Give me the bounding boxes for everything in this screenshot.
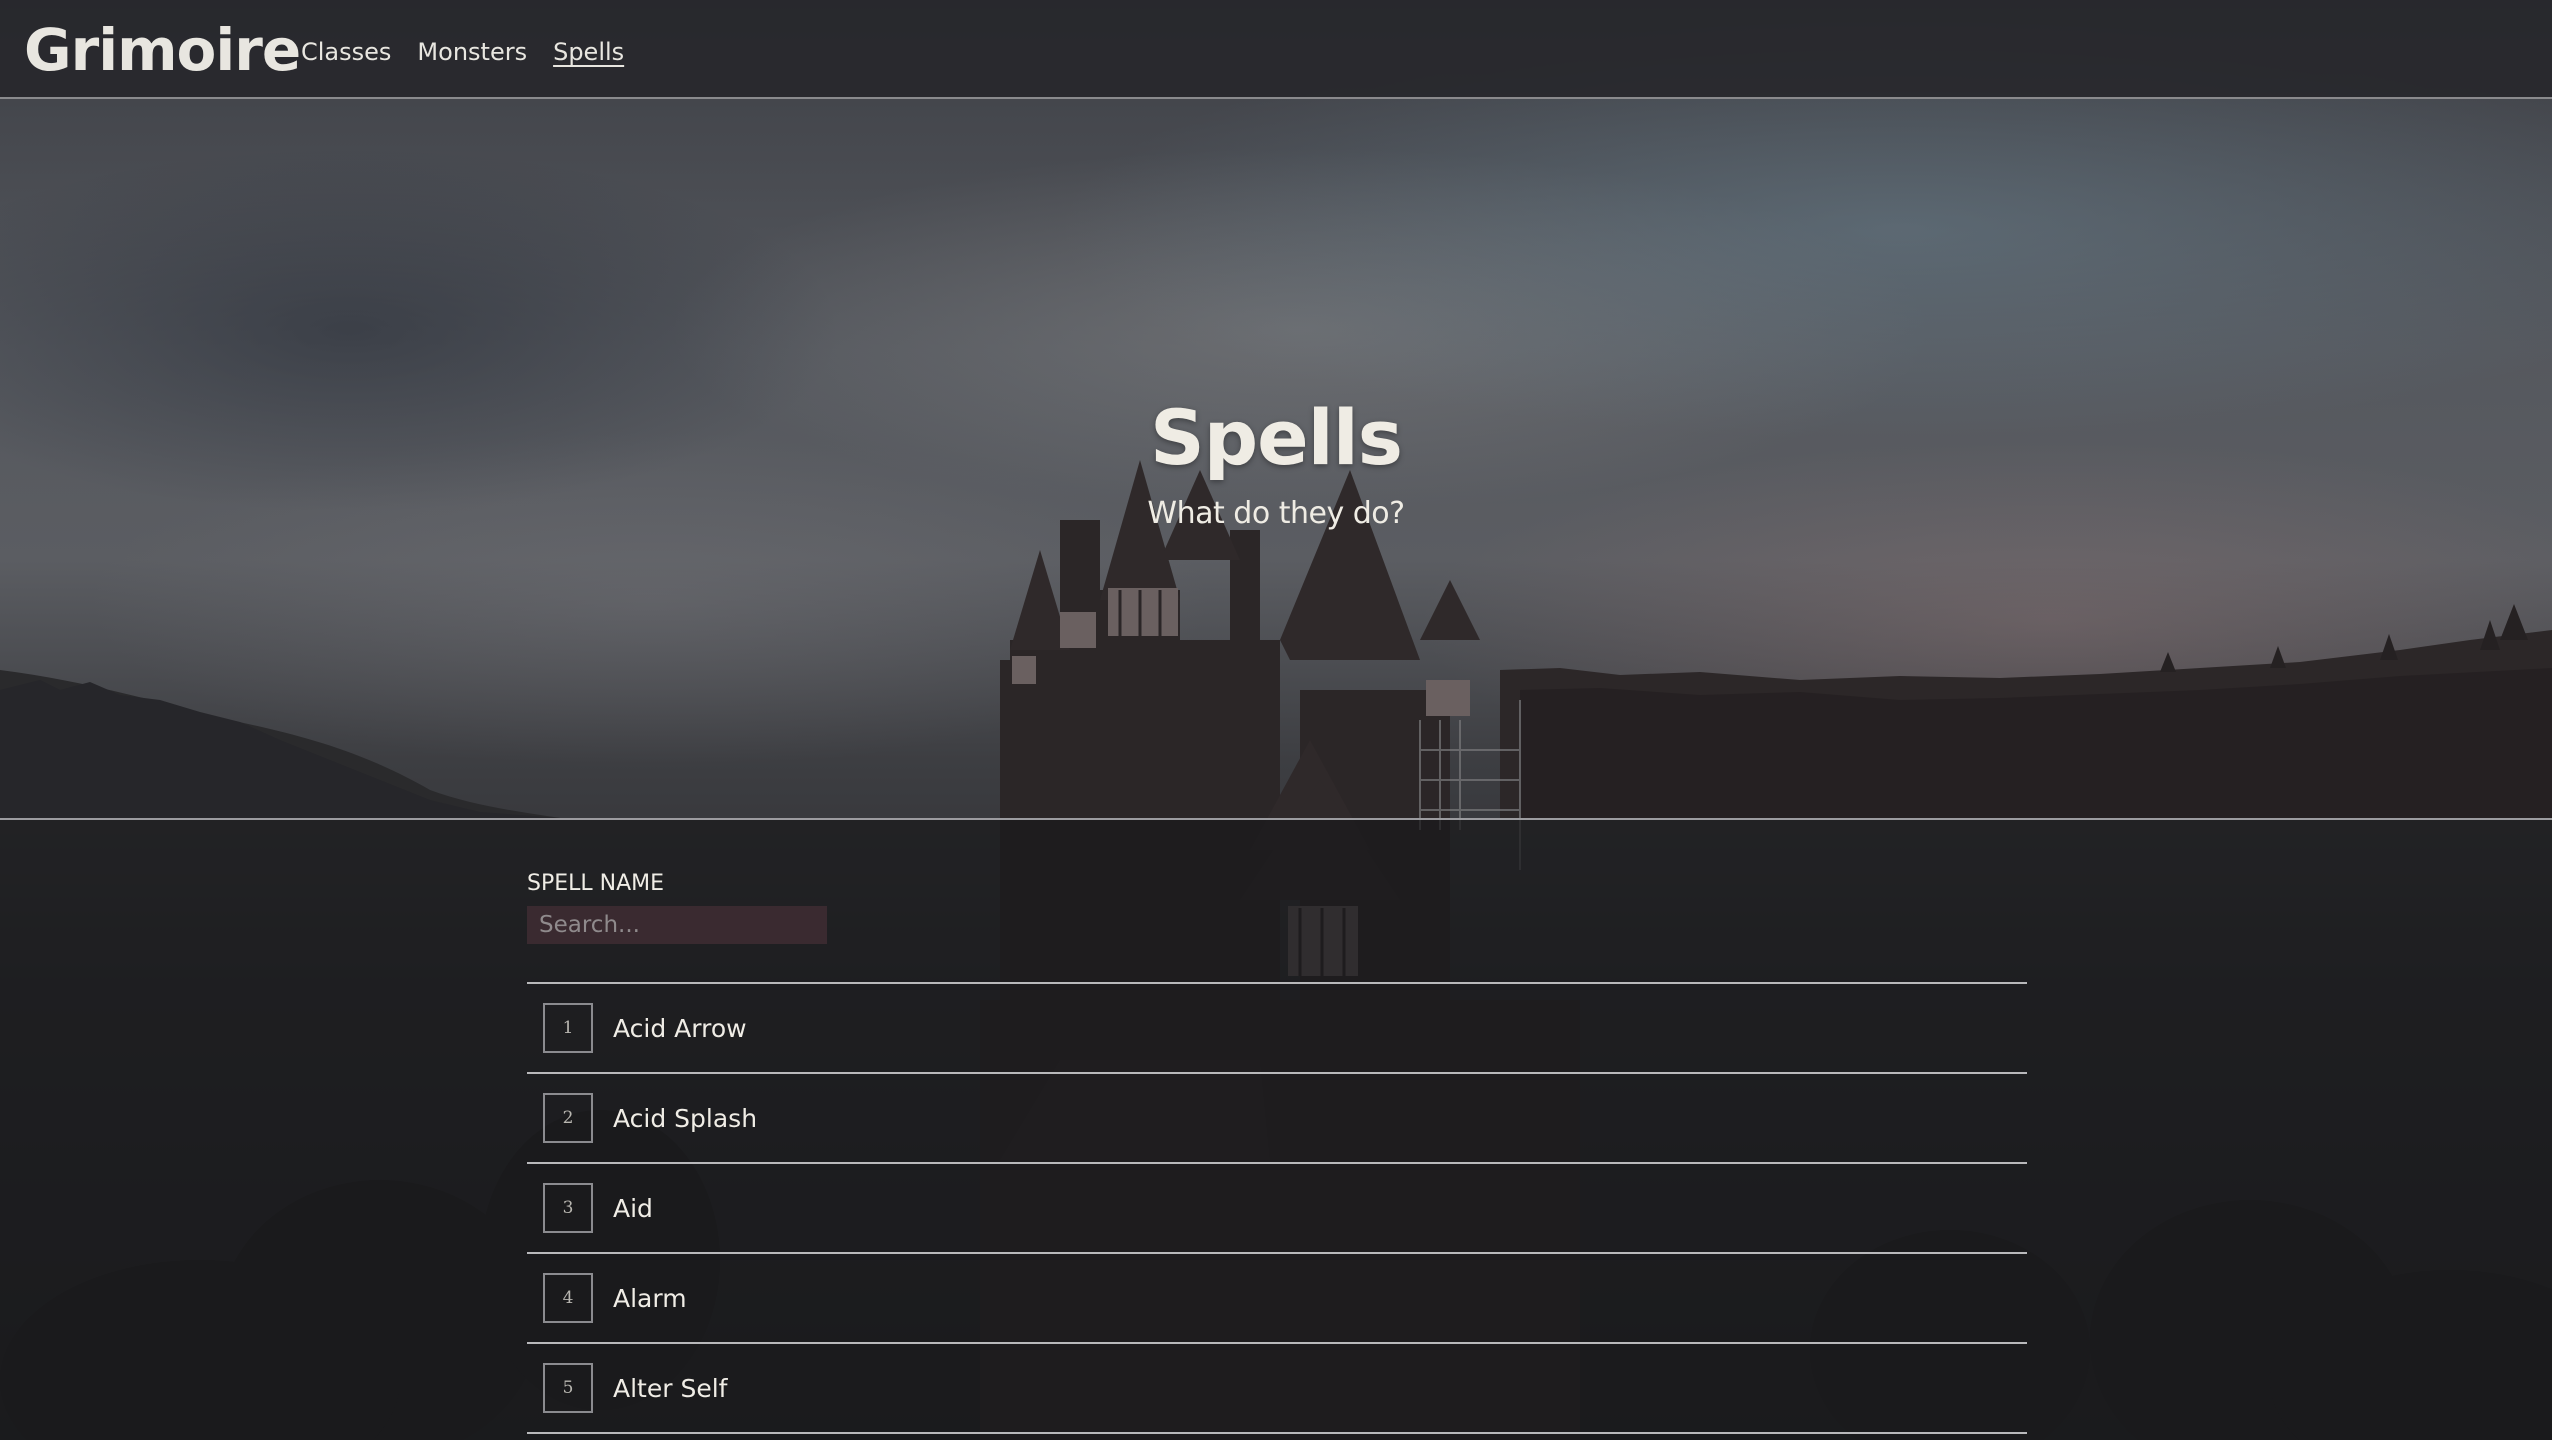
spell-search-input[interactable] [527,906,827,944]
spell-number: 4 [543,1273,593,1323]
spell-row-acid-splash[interactable]: 2 Acid Splash [527,1074,2027,1164]
spell-number: 1 [543,1003,593,1053]
page-subtitle: What do they do? [1147,496,1405,531]
nav-link-spells[interactable]: Spells [553,32,624,72]
page-title: Spells [1149,393,1403,482]
spell-name: Alarm [613,1283,687,1313]
spell-name: Acid Arrow [613,1013,747,1043]
spell-row-aid[interactable]: 3 Aid [527,1164,2027,1254]
page: Grimoire Classes Monsters Spells Spells … [0,0,2552,1440]
spell-name: Acid Splash [613,1103,758,1133]
nav-link-classes[interactable]: Classes [301,32,391,72]
spell-row-acid-arrow[interactable]: 1 Acid Arrow [527,984,2027,1074]
spell-row-alter-self[interactable]: 5 Alter Self [527,1344,2027,1434]
nav-link-monsters[interactable]: Monsters [417,32,527,72]
spell-name: Alter Self [613,1373,728,1403]
spell-row-alarm[interactable]: 4 Alarm [527,1254,2027,1344]
spell-name: Aid [613,1193,653,1223]
site-logo[interactable]: Grimoire [24,12,301,88]
top-nav: Grimoire Classes Monsters Spells [0,0,2552,99]
spell-number: 2 [543,1093,593,1143]
spell-list-section: SPELL NAME 1 Acid Arrow 2 Acid Splash 3 … [527,868,2027,1434]
nav-links: Classes Monsters Spells [301,32,624,72]
spell-name-label: SPELL NAME [527,871,665,896]
spell-number: 5 [543,1363,593,1413]
spell-number: 3 [543,1183,593,1233]
spell-list: 1 Acid Arrow 2 Acid Splash 3 Aid 4 Alarm… [527,982,2027,1434]
